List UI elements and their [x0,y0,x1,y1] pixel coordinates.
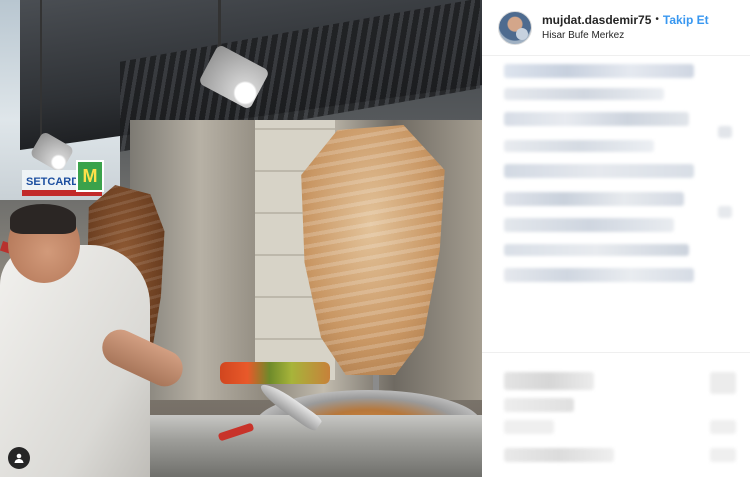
separator-dot: • [655,14,659,25]
photo-sign-text: SETCARD [26,176,80,188]
blurred-comment-input [504,448,614,462]
person-icon [14,453,24,463]
blurred-comment [504,244,689,256]
blurred-options-icon [710,448,736,462]
blurred-like-icon [718,206,732,218]
blurred-actions [504,372,594,390]
blurred-save-icon [710,372,736,394]
profile-avatar[interactable] [498,10,532,45]
blurred-comment [504,192,684,206]
username-link[interactable]: mujdat.dasdemir75 [542,12,651,28]
blurred-likes [504,398,574,412]
blurred-date [504,420,554,434]
blurred-comment [504,112,689,126]
blurred-comment [504,268,694,282]
photo-lamp-rod [40,0,42,140]
post-sidebar: mujdat.dasdemir75 • Takip Et Hisar Bufe … [482,0,750,477]
blurred-comment [504,164,694,178]
blurred-comment [504,88,664,100]
follow-button[interactable]: Takip Et [663,12,709,28]
blurred-comment [504,64,694,78]
post-header: mujdat.dasdemir75 • Takip Et Hisar Bufe … [482,0,750,56]
location-link[interactable]: Hisar Bufe Merkez [542,29,709,43]
photo-sign-badge: M [76,160,104,192]
header-row: mujdat.dasdemir75 • Takip Et [542,12,709,28]
header-text: mujdat.dasdemir75 • Takip Et Hisar Bufe … [542,12,709,43]
blurred-like-icon [718,126,732,138]
post-photo[interactable]: SETCARD M [0,0,482,477]
section-divider [482,352,750,353]
photo-chef-hair [10,204,76,234]
blurred-comment [504,218,674,232]
user-tag-button[interactable] [8,447,30,469]
photo-vegetables [220,362,330,384]
blurred-comment [504,140,654,152]
blurred-icon [710,420,736,434]
photo-counter [100,415,482,477]
